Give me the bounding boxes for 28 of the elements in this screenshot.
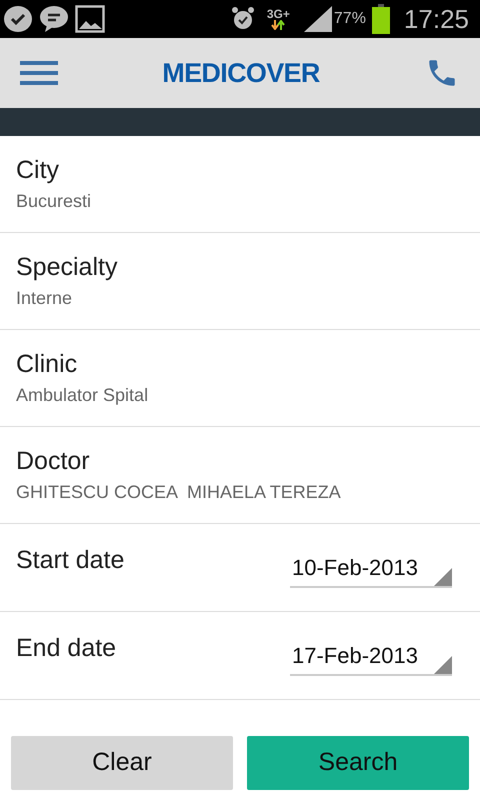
menu-icon[interactable] bbox=[20, 61, 58, 85]
network-type: 3G+ bbox=[266, 8, 290, 20]
battery-percent: 77% bbox=[334, 9, 366, 29]
battery-icon bbox=[372, 4, 390, 34]
alarm-icon bbox=[230, 6, 255, 32]
image-icon bbox=[75, 5, 105, 33]
field-value[interactable]: Interne bbox=[16, 285, 464, 311]
check-icon bbox=[3, 5, 33, 33]
field-label: Doctor bbox=[16, 446, 91, 477]
date-picker[interactable]: 17-Feb-2013 bbox=[290, 638, 452, 676]
field-value[interactable]: Ambulator Spital bbox=[16, 382, 464, 408]
search-button[interactable]: Search bbox=[247, 736, 469, 790]
field-label: Clinic bbox=[16, 349, 78, 380]
clear-button[interactable]: Clear bbox=[11, 736, 233, 790]
date-label: Start date bbox=[16, 545, 124, 576]
date-label: End date bbox=[16, 633, 116, 664]
field-value[interactable]: Bucuresti bbox=[16, 188, 464, 214]
date-picker[interactable]: 10-Feb-2013 bbox=[290, 550, 452, 588]
corner-triangle-icon bbox=[434, 656, 452, 674]
app-title: MEDICOVER bbox=[162, 56, 320, 90]
clock: 17:25 bbox=[404, 2, 469, 36]
signal-icon bbox=[304, 6, 332, 32]
field-label: City bbox=[16, 155, 60, 186]
field-value[interactable]: GHITESCU COCEA MIHAELA TEREZA bbox=[16, 479, 464, 505]
field-label: Specialty bbox=[16, 252, 118, 283]
corner-triangle-icon bbox=[434, 568, 452, 586]
data-arrows-icon bbox=[271, 20, 286, 30]
chat-icon bbox=[39, 5, 69, 33]
